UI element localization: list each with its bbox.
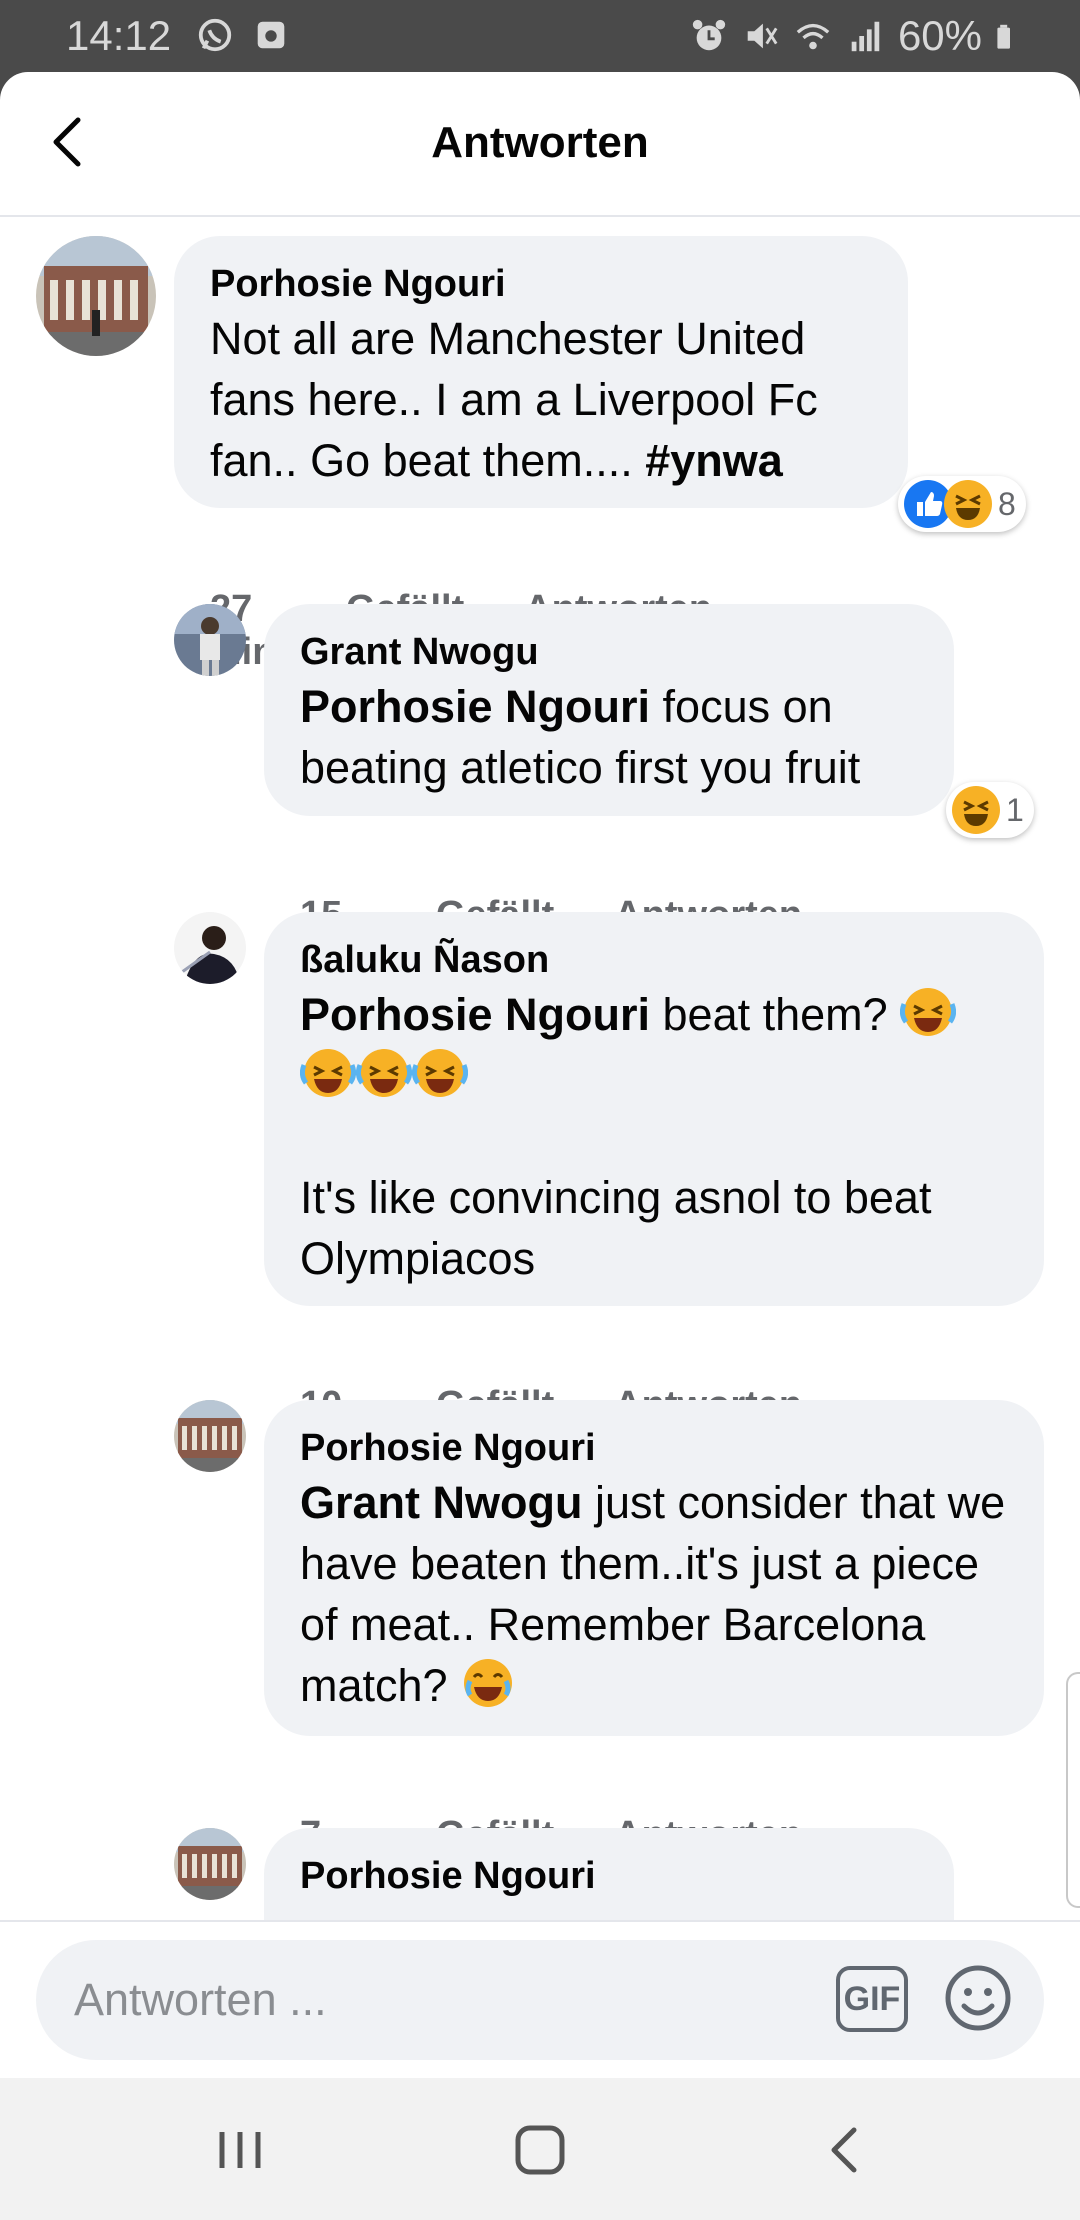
avatar[interactable] [174, 1400, 246, 1472]
alarm-icon [692, 19, 726, 51]
mention-link[interactable]: Porhosie Ngouri [300, 681, 650, 732]
comment-text: Grant Nwogu just consider that we have b… [300, 1477, 1006, 1711]
system-nav-bar [0, 2078, 1080, 2220]
rofl-emoji-icon [412, 1049, 468, 1097]
rofl-emoji-icon [300, 1049, 356, 1097]
comment-author[interactable]: Porhosie Ngouri [300, 1852, 918, 1900]
comment-author[interactable]: Grant Nwogu [300, 628, 918, 676]
whatsapp-icon [198, 18, 232, 52]
signal-icon [851, 21, 880, 52]
mention-link[interactable]: Porhosie Ngouri [300, 989, 650, 1040]
avatar[interactable] [174, 912, 246, 984]
comment-text: Porhosie Ngouri beat them? It's like con… [300, 984, 1008, 1289]
haha-reaction-icon [944, 480, 992, 528]
replies-sheet: Antworten Porhosie Ngouri Not all are Ma… [0, 72, 1080, 2078]
battery-icon [997, 24, 1010, 49]
joy-emoji-icon [464, 1659, 513, 1707]
home-icon[interactable] [510, 2120, 570, 2180]
screenshot-icon [257, 21, 285, 49]
emoji-picker-icon[interactable] [942, 1962, 1014, 2034]
avatar[interactable] [174, 604, 246, 676]
status-bar: 14:12 60% [0, 0, 1080, 72]
reply-input[interactable]: Antworten ... GIF [36, 1940, 1044, 2060]
scrollbar[interactable] [1066, 1672, 1080, 1908]
reaction-count: 8 [998, 485, 1016, 522]
status-time: 14:12 [66, 12, 172, 59]
gif-button[interactable]: GIF [836, 1966, 908, 2032]
reply-composer: Antworten ... GIF [0, 1920, 1080, 2078]
comment-author[interactable]: Porhosie Ngouri [210, 260, 872, 308]
comment-bubble[interactable]: Porhosie Ngouri Not all are Manchester U… [174, 236, 908, 508]
comment-text: Not all are Manchester United fans here.… [210, 313, 818, 486]
avatar[interactable] [174, 1828, 246, 1900]
haha-reaction-icon [952, 786, 1000, 834]
mute-icon [747, 23, 778, 49]
comment-text: Porhosie Ngouri focus on beating atletic… [300, 681, 861, 793]
comment-bubble[interactable]: Porhosie Ngouri Grant Nwogu just conside… [264, 1400, 1044, 1736]
reply-input-placeholder: Antworten ... [74, 1974, 327, 2025]
recent-apps-icon[interactable] [210, 2120, 270, 2180]
rofl-emoji-icon [356, 1049, 412, 1097]
page-title: Antworten [431, 118, 649, 167]
header: Antworten [0, 72, 1080, 217]
avatar[interactable] [36, 236, 156, 356]
battery-percent: 60% [897, 12, 982, 59]
comment-bubble[interactable]: ßaluku Ñason Porhosie Ngouri beat them? … [264, 912, 1044, 1306]
wifi-icon [796, 23, 830, 50]
reaction-summary[interactable]: 8 [898, 476, 1026, 532]
comment-author[interactable]: Porhosie Ngouri [300, 1424, 1008, 1472]
comment-bubble[interactable]: Grant Nwogu Porhosie Ngouri focus on bea… [264, 604, 954, 816]
reaction-count: 1 [1006, 791, 1024, 828]
hashtag-link[interactable]: #ynwa [645, 435, 783, 486]
mention-link[interactable]: Grant Nwogu [300, 1477, 582, 1528]
comment-author[interactable]: ßaluku Ñason [300, 936, 1008, 984]
reaction-summary[interactable]: 1 [946, 782, 1034, 838]
rofl-emoji-icon [900, 988, 957, 1036]
back-icon[interactable] [816, 2120, 876, 2180]
